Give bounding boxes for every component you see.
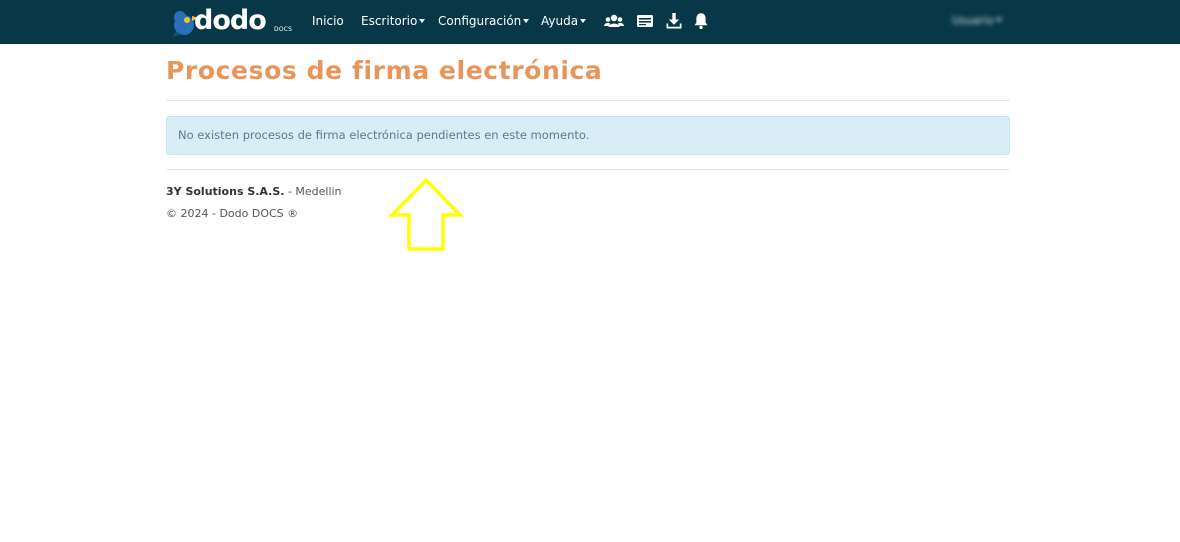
navbar-container: dodo DOCS Inicio Escritorio Configuració… — [166, 0, 1010, 44]
chevron-down-icon — [995, 18, 1002, 22]
nav-escritorio-label: Escritorio — [361, 14, 418, 28]
chevron-down-icon — [419, 18, 426, 23]
nav-ayuda-dropdown[interactable]: Ayuda — [541, 0, 587, 44]
info-alert: No existen procesos de firma electrónica… — [166, 116, 1010, 155]
chevron-down-icon — [580, 18, 587, 23]
users-icon[interactable] — [604, 12, 624, 30]
page-title: Procesos de firma electrónica — [166, 56, 603, 85]
company-name: 3Y Solutions S.A.S. — [166, 185, 285, 198]
footer-divider — [166, 169, 1010, 170]
download-icon[interactable] — [665, 12, 685, 30]
brand-subtitle: DOCS — [274, 26, 293, 33]
nav-inicio[interactable]: Inicio — [312, 0, 344, 44]
nav-configuracion-dropdown[interactable]: Configuración — [438, 0, 530, 44]
company-city: - Medellin — [284, 185, 342, 198]
title-divider — [166, 100, 1010, 101]
bell-icon[interactable] — [693, 12, 713, 30]
footer-copyright: © 2024 - Dodo DOCS ® — [166, 207, 299, 220]
nav-inicio-label: Inicio — [312, 14, 344, 28]
nav-escritorio-dropdown[interactable]: Escritorio — [361, 0, 426, 44]
footer-company: 3Y Solutions S.A.S. - Medellin — [166, 185, 342, 198]
id-card-icon[interactable] — [636, 12, 656, 30]
top-navbar: dodo DOCS Inicio Escritorio Configuració… — [0, 0, 1180, 44]
user-menu-dropdown[interactable]: Usuario — [952, 12, 1010, 30]
nav-configuracion-label: Configuración — [438, 14, 522, 28]
user-name: Usuario — [952, 14, 994, 27]
nav-ayuda-label: Ayuda — [541, 14, 579, 28]
up-arrow-annotation-icon — [388, 177, 464, 251]
brand-name: dodo — [194, 5, 267, 36]
chevron-down-icon — [523, 18, 530, 23]
brand-logo[interactable]: dodo DOCS — [170, 6, 292, 38]
